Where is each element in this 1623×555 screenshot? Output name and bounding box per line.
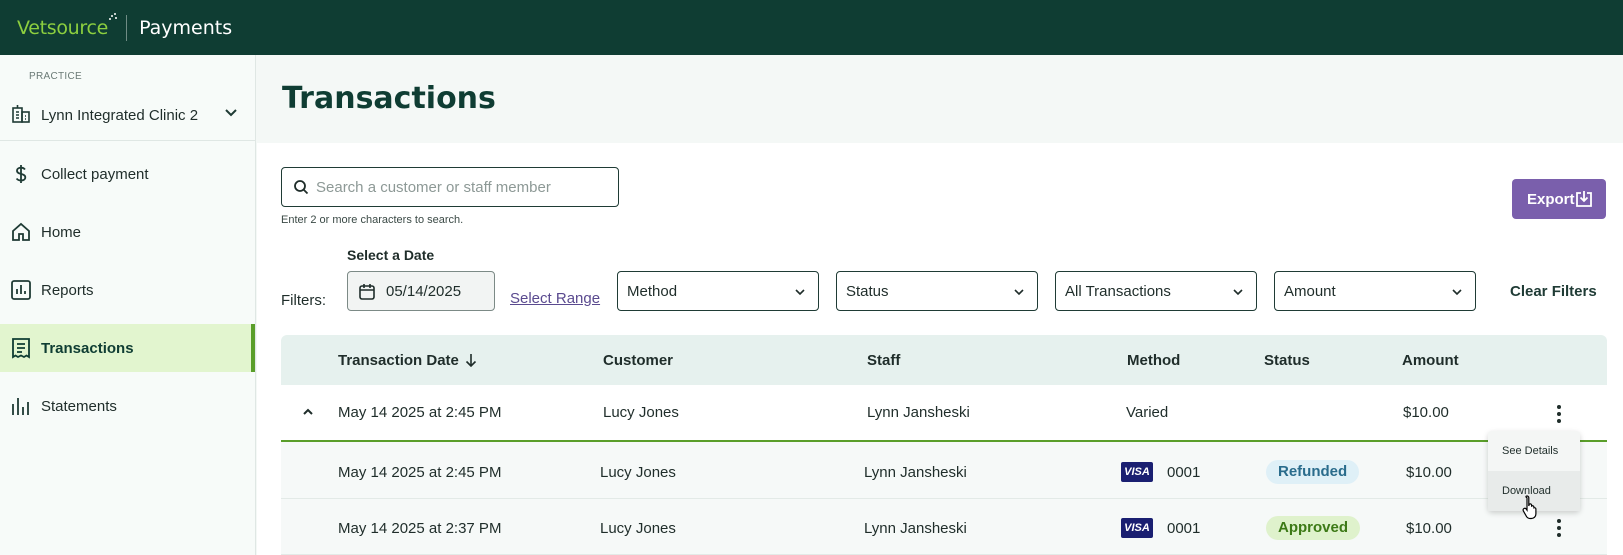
receipt-icon: [12, 338, 30, 359]
clear-filters-button[interactable]: Clear Filters: [1510, 283, 1597, 300]
search-box[interactable]: [281, 167, 619, 207]
cell-card-last4: 0001: [1167, 520, 1201, 537]
chevron-up-icon[interactable]: [301, 405, 315, 419]
sidebar-item-label: Home: [41, 223, 82, 241]
cell-staff: Lynn Jansheski: [867, 404, 970, 421]
table-row[interactable]: May 14 2025 at 2:45 PM Lucy Jones Lynn J…: [281, 442, 1607, 499]
top-bar: Vetsource Payments: [0, 0, 1623, 55]
sidebar-item-label: Reports: [41, 281, 94, 299]
cell-staff: Lynn Jansheski: [864, 464, 967, 481]
cell-date: May 14 2025 at 2:37 PM: [338, 520, 502, 537]
column-header-date[interactable]: Transaction Date: [338, 352, 477, 369]
chevron-down-icon: [1452, 289, 1462, 296]
calendar-icon: [359, 284, 375, 300]
building-icon: [12, 105, 30, 123]
cell-amount: $10.00: [1406, 520, 1452, 537]
arrow-down-icon: [465, 354, 476, 367]
column-header-staff[interactable]: Staff: [867, 352, 900, 369]
date-label: Select a Date: [347, 247, 435, 263]
search-icon: [294, 180, 309, 195]
table-row[interactable]: May 14 2025 at 2:37 PM Lucy Jones Lynn J…: [281, 499, 1607, 555]
date-value: 05/14/2025: [386, 283, 462, 300]
status-badge: Refunded: [1266, 460, 1360, 484]
chevron-down-icon[interactable]: [223, 104, 239, 120]
chevron-down-icon: [1014, 289, 1024, 296]
visa-card-icon: VISA: [1121, 462, 1153, 482]
sidebar-item-collect-payment[interactable]: Collect payment: [0, 150, 255, 198]
cell-customer: Lucy Jones: [603, 404, 679, 421]
column-header-customer[interactable]: Customer: [603, 352, 673, 369]
status-filter[interactable]: Status: [836, 271, 1038, 311]
hand-pointer-cursor-icon: [1522, 495, 1537, 520]
cell-date: May 14 2025 at 2:45 PM: [338, 464, 502, 481]
transaction-type-filter[interactable]: All Transactions: [1055, 271, 1257, 311]
reports-icon: [11, 280, 31, 300]
method-filter[interactable]: Method: [617, 271, 819, 311]
more-actions-icon[interactable]: [1551, 404, 1567, 424]
sidebar: PRACTICE Lynn Integrated Clinic 2 Collec…: [0, 55, 256, 555]
practice-selector[interactable]: Lynn Integrated Clinic 2: [0, 91, 255, 141]
transaction-type-value: All Transactions: [1065, 283, 1171, 300]
menu-item-see-details[interactable]: See Details: [1488, 431, 1580, 471]
method-filter-value: Method: [627, 283, 678, 300]
export-button[interactable]: Export: [1512, 179, 1606, 219]
download-icon: [1576, 191, 1592, 207]
logo-dots-icon: [109, 12, 118, 21]
bar-chart-icon: [12, 398, 29, 415]
amount-filter-value: Amount: [1284, 283, 1336, 300]
sidebar-item-label: Collect payment: [41, 165, 149, 183]
sidebar-item-home[interactable]: Home: [0, 208, 255, 256]
column-header-amount[interactable]: Amount: [1402, 352, 1459, 369]
cell-amount: $10.00: [1403, 404, 1449, 421]
cell-method: Varied: [1126, 404, 1169, 421]
cell-customer: Lucy Jones: [600, 464, 676, 481]
date-picker[interactable]: 05/14/2025: [347, 271, 495, 311]
search-input[interactable]: [316, 177, 606, 197]
brand-name: Vetsource: [17, 16, 109, 39]
column-header-status[interactable]: Status: [1264, 352, 1310, 369]
sidebar-item-transactions[interactable]: Transactions: [0, 324, 255, 372]
filters-label: Filters:: [281, 292, 326, 309]
cell-staff: Lynn Jansheski: [864, 520, 967, 537]
chevron-down-icon: [1233, 289, 1243, 296]
sidebar-item-label: Statements: [41, 397, 117, 415]
status-badge: Approved: [1266, 516, 1361, 540]
product-name: Payments: [139, 16, 233, 39]
select-range-link[interactable]: Select Range: [510, 290, 600, 307]
amount-filter[interactable]: Amount: [1274, 271, 1476, 311]
table-header: Transaction Date Customer Staff Method S…: [281, 335, 1607, 385]
practice-label: PRACTICE: [29, 71, 82, 82]
dollar-icon: [15, 165, 27, 183]
cell-card-last4: 0001: [1167, 464, 1201, 481]
more-actions-icon[interactable]: [1551, 518, 1567, 538]
page-title: Transactions: [282, 81, 496, 116]
export-label: Export: [1527, 190, 1575, 208]
sidebar-item-statements[interactable]: Statements: [0, 382, 255, 430]
visa-card-icon: VISA: [1121, 518, 1153, 538]
page-header: Transactions: [257, 55, 1623, 143]
search-help-text: Enter 2 or more characters to search.: [281, 214, 464, 226]
sidebar-item-reports[interactable]: Reports: [0, 266, 255, 314]
table-row[interactable]: May 14 2025 at 2:45 PM Lucy Jones Lynn J…: [281, 385, 1607, 442]
status-filter-value: Status: [846, 283, 889, 300]
chevron-down-icon: [795, 289, 805, 296]
home-icon: [12, 222, 30, 241]
cell-amount: $10.00: [1406, 464, 1452, 481]
cell-customer: Lucy Jones: [600, 520, 676, 537]
cell-date: May 14 2025 at 2:45 PM: [338, 404, 502, 421]
header-divider: [126, 14, 128, 41]
practice-name: Lynn Integrated Clinic 2: [41, 107, 199, 124]
column-header-method[interactable]: Method: [1127, 352, 1180, 369]
sidebar-item-label: Transactions: [41, 339, 134, 357]
brand-logo[interactable]: Vetsource: [17, 12, 118, 39]
